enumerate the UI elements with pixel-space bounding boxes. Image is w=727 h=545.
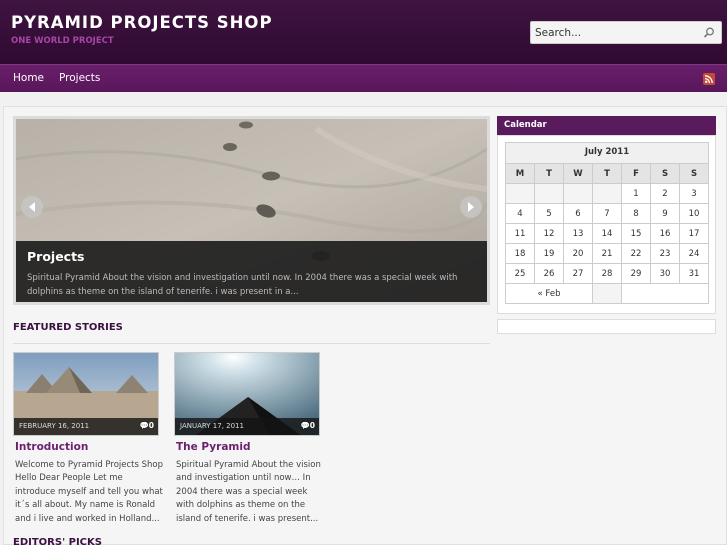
- comment-icon: 💬: [139, 421, 149, 430]
- calendar-day: 28: [592, 263, 622, 284]
- comment-count[interactable]: 💬0: [300, 421, 315, 430]
- calendar-day: 10: [679, 203, 709, 224]
- calendar-day: 24: [679, 243, 709, 264]
- calendar-day: 17: [679, 223, 709, 244]
- calendar-day: 14: [592, 223, 622, 244]
- calendar-day: 18: [505, 243, 535, 264]
- calendar-day: 23: [650, 243, 680, 264]
- calendar-day: 26: [534, 263, 564, 284]
- main-content: Projects Spiritual Pyramid About the vis…: [3, 106, 727, 545]
- featured-slider[interactable]: Projects Spiritual Pyramid About the vis…: [13, 116, 490, 305]
- calendar-day: 2: [650, 183, 680, 204]
- calendar-prev-link[interactable]: « Feb: [505, 283, 593, 304]
- calendar-empty-cell: [592, 183, 622, 204]
- calendar-day: 22: [621, 243, 651, 264]
- main-nav: Home Projects: [0, 64, 727, 92]
- calendar-day: 8: [621, 203, 651, 224]
- calendar-day: 1: [621, 183, 651, 204]
- slide-excerpt: Spiritual Pyramid About the vision and i…: [27, 273, 458, 297]
- post-excerpt: Spiritual Pyramid About the vision and i…: [176, 460, 321, 524]
- featured-heading: FEATURED STORIES: [13, 322, 123, 333]
- calendar-day: 31: [679, 263, 709, 284]
- calendar-day: 9: [650, 203, 680, 224]
- comment-count[interactable]: 💬0: [139, 421, 154, 430]
- calendar-heading: Calendar: [497, 116, 716, 135]
- calendar-month: July 2011: [505, 142, 709, 163]
- calendar-week: 18 19 20 21 22 23 24: [505, 243, 709, 264]
- post-date: FEBRUARY 16, 2011: [19, 422, 90, 430]
- site-description: ONE WORLD PROJECT: [11, 36, 114, 46]
- site-header: PYRAMID PROJECTS SHOP ONE WORLD PROJECT: [0, 0, 727, 64]
- calendar-day: 7: [592, 203, 622, 224]
- calendar-day: 25: [505, 263, 535, 284]
- calendar-empty-cell: [505, 183, 535, 204]
- arrow-left-icon: [29, 202, 35, 212]
- slider-prev-button[interactable]: [21, 196, 43, 218]
- calendar-day: 6: [563, 203, 593, 224]
- search-input[interactable]: [535, 24, 700, 41]
- calendar-day: 13: [563, 223, 593, 244]
- sidebar-widget: [497, 319, 716, 334]
- post-thumbnail[interactable]: FEBRUARY 16, 2011 💬0: [13, 352, 159, 436]
- site-title[interactable]: PYRAMID PROJECTS SHOP: [11, 13, 273, 32]
- calendar-day: 30: [650, 263, 680, 284]
- calendar-day: 3: [679, 183, 709, 204]
- post-date: JANUARY 17, 2011: [180, 422, 244, 430]
- calendar-day: 27: [563, 263, 593, 284]
- post-title[interactable]: The Pyramid: [176, 441, 250, 453]
- divider: [13, 343, 490, 344]
- nav-item-projects[interactable]: Projects: [59, 72, 100, 84]
- post-excerpt: Welcome to Pyramid Projects Shop Hello D…: [15, 460, 164, 524]
- calendar-table: July 2011 M T W T F S S 1 2 3 4 5 6 7 8 9 10 11 12 1…: [505, 142, 709, 304]
- calendar-day: 20: [563, 243, 593, 264]
- post-title[interactable]: Introduction: [15, 441, 88, 453]
- calendar-week: 4 5 6 7 8 9 10: [505, 203, 709, 224]
- calendar-empty-cell: [563, 183, 593, 204]
- calendar-day: 15: [621, 223, 651, 244]
- nav-item-home[interactable]: Home: [13, 72, 44, 84]
- calendar-day: 16: [650, 223, 680, 244]
- rss-icon[interactable]: [703, 73, 715, 85]
- calendar-day: 4: [505, 203, 535, 224]
- editors-heading: EDITORS' PICKS: [13, 537, 102, 545]
- weekday-row: M T W T F S S: [505, 163, 709, 184]
- calendar-week: 25 26 27 28 29 30 31: [505, 263, 709, 284]
- post-thumbnail[interactable]: JANUARY 17, 2011 💬0: [174, 352, 320, 436]
- search-icon[interactable]: [702, 26, 716, 40]
- slider-next-button[interactable]: [460, 196, 482, 218]
- search-box: [530, 21, 722, 44]
- calendar-day: 12: [534, 223, 564, 244]
- calendar-day: 19: [534, 243, 564, 264]
- calendar-day: 21: [592, 243, 622, 264]
- calendar-day: 11: [505, 223, 535, 244]
- calendar-day: 5: [534, 203, 564, 224]
- slide-title[interactable]: Projects: [27, 249, 85, 264]
- comment-icon: 💬: [300, 421, 310, 430]
- calendar-empty-cell: [534, 183, 564, 204]
- calendar-week: 11 12 13 14 15 16 17: [505, 223, 709, 244]
- slide-caption: Projects Spiritual Pyramid About the vis…: [16, 241, 487, 302]
- calendar-week: 123: [505, 183, 709, 204]
- calendar-day: 29: [621, 263, 651, 284]
- arrow-right-icon: [468, 202, 474, 212]
